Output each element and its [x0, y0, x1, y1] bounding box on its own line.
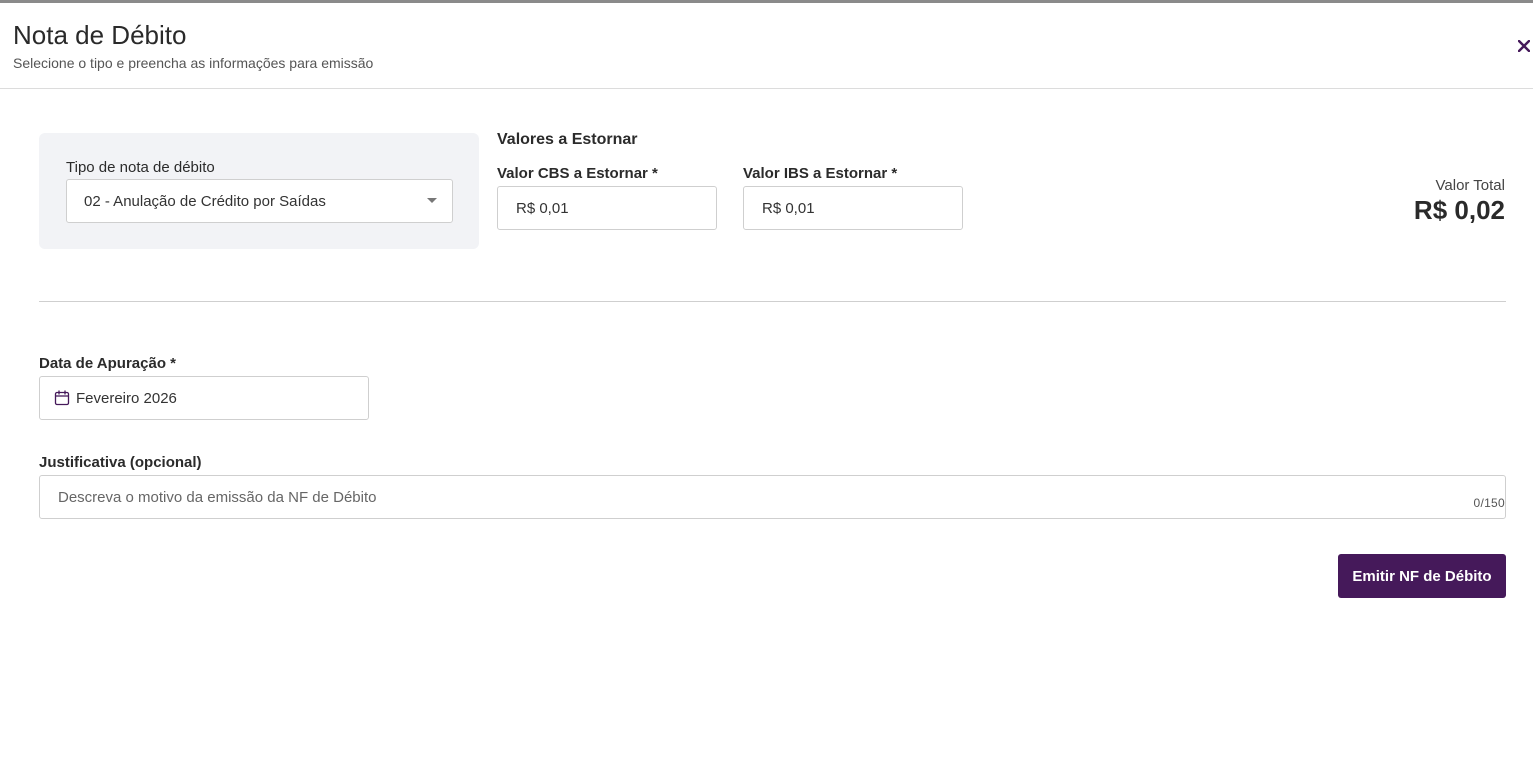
char-counter: 0/150 [1473, 496, 1505, 510]
emit-debit-note-button[interactable]: Emitir NF de Débito [1338, 554, 1506, 598]
apuracao-value: Fevereiro 2026 [76, 390, 177, 407]
dialog-subtitle: Selecione o tipo e preencha as informaçõ… [13, 55, 374, 71]
total-value: R$ 0,02 [1413, 195, 1505, 225]
cbs-input[interactable] [497, 186, 717, 230]
ibs-input[interactable] [743, 186, 963, 230]
close-button[interactable] [1514, 36, 1533, 56]
debit-type-select[interactable]: 02 - Anulação de Crédito por Saídas [66, 179, 453, 223]
ibs-label: Valor IBS a Estornar * [743, 165, 898, 182]
dialog-title: Nota de Débito [13, 20, 187, 50]
apuracao-date-picker[interactable]: Fevereiro 2026 [39, 376, 369, 420]
dialog-header: Nota de Débito Selecione o tipo e preenc… [0, 3, 1533, 89]
debit-type-panel: Tipo de nota de débito 02 - Anulação de … [39, 133, 479, 249]
justificativa-label: Justificativa (opcional) [39, 454, 202, 471]
section-divider [39, 301, 1506, 302]
cbs-label: Valor CBS a Estornar * [497, 165, 658, 182]
close-icon [1518, 40, 1530, 52]
debit-type-label: Tipo de nota de débito [66, 159, 215, 176]
calendar-icon [54, 390, 70, 406]
values-heading: Valores a Estornar [497, 131, 638, 148]
chevron-down-icon [427, 198, 437, 203]
justificativa-input[interactable] [39, 475, 1506, 519]
apuracao-label: Data de Apuração * [39, 355, 176, 372]
debit-type-selected-value: 02 - Anulação de Crédito por Saídas [84, 193, 326, 210]
total-label: Valor Total [1435, 177, 1506, 194]
